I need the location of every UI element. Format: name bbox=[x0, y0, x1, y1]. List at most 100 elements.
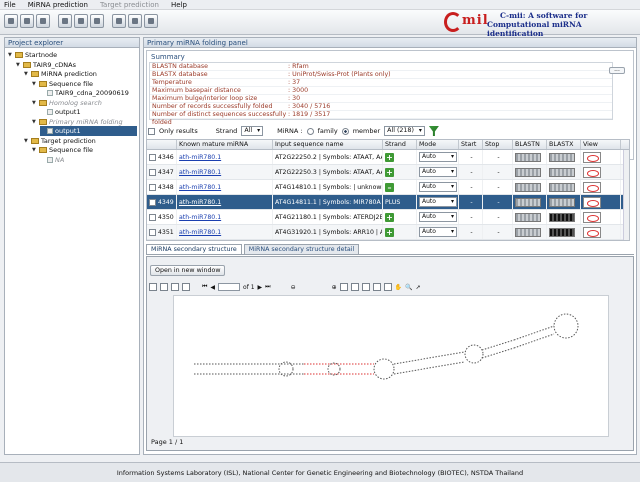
rotate-left-icon[interactable] bbox=[372, 283, 381, 291]
member-select[interactable]: All (218) bbox=[384, 126, 425, 136]
copy-icon[interactable] bbox=[36, 14, 50, 28]
tree-toggle-icon[interactable]: ▼ bbox=[32, 117, 37, 127]
tree-node[interactable]: output1 bbox=[40, 126, 137, 136]
zoom-out-icon[interactable]: ⊖ bbox=[291, 284, 296, 291]
blastn-thumbnail[interactable] bbox=[515, 227, 541, 237]
export-icon[interactable] bbox=[182, 283, 190, 291]
blastn-thumbnail[interactable] bbox=[515, 167, 541, 177]
blastn-thumbnail[interactable] bbox=[515, 182, 541, 192]
tree-node[interactable]: ▼ Sequence file bbox=[32, 79, 137, 89]
mirna-link[interactable]: ath-miR780.1 bbox=[179, 184, 221, 191]
table-row[interactable]: 4348 ath-miR780.1 AT4G14810.1 | Symbols: |… bbox=[147, 180, 629, 195]
mode-select[interactable]: Auto bbox=[419, 227, 457, 237]
tree-toggle-icon[interactable]: ▼ bbox=[24, 136, 29, 146]
fit-width-icon[interactable] bbox=[350, 283, 359, 291]
menu-item-1[interactable]: MiRNA prediction bbox=[28, 1, 88, 9]
grid-column-header[interactable]: Start bbox=[459, 140, 483, 149]
tree-node[interactable]: ▼ MiRNA prediction bbox=[24, 69, 137, 79]
table-row[interactable]: 4347 ath-miR780.1 AT2G22250.3 | Symbols: A… bbox=[147, 165, 629, 180]
tree-toggle-icon[interactable]: ▼ bbox=[32, 145, 37, 155]
grid-column-header[interactable]: Input sequence name bbox=[273, 140, 383, 149]
next-page-icon[interactable]: ▶ bbox=[258, 284, 263, 291]
summary-more-button[interactable]: ... bbox=[609, 67, 625, 74]
structure-thumbnail[interactable] bbox=[583, 226, 601, 238]
sequence-file-icon[interactable] bbox=[58, 14, 72, 28]
grid-column-header[interactable]: Strand bbox=[383, 140, 417, 149]
structure-thumbnail[interactable] bbox=[583, 181, 601, 193]
rotate-right-icon[interactable] bbox=[383, 283, 392, 291]
zoom-in-icon[interactable]: ⊕ bbox=[332, 284, 337, 291]
last-page-icon[interactable]: ⏭ bbox=[265, 283, 270, 291]
actual-size-icon[interactable] bbox=[361, 283, 370, 291]
only-results-checkbox[interactable] bbox=[148, 127, 155, 135]
family-radio[interactable] bbox=[306, 127, 314, 135]
tree-toggle-icon[interactable]: ▼ bbox=[32, 98, 37, 108]
mirna-link[interactable]: ath-miR780.1 bbox=[179, 214, 221, 221]
row-checkbox[interactable] bbox=[149, 228, 156, 236]
open-project-icon[interactable] bbox=[20, 14, 34, 28]
mirna-link[interactable]: ath-miR780.1 bbox=[179, 229, 221, 236]
fit-page-icon[interactable] bbox=[339, 283, 348, 291]
mode-select[interactable]: Auto bbox=[419, 212, 457, 222]
grid-column-header[interactable] bbox=[147, 140, 177, 149]
row-checkbox[interactable] bbox=[149, 153, 156, 161]
blastx-thumbnail[interactable] bbox=[549, 182, 575, 192]
row-checkbox[interactable] bbox=[149, 213, 156, 221]
structure-thumbnail[interactable] bbox=[583, 151, 601, 163]
blastn-thumbnail[interactable] bbox=[515, 212, 541, 222]
folding-icon[interactable] bbox=[90, 14, 104, 28]
tree-node[interactable]: NA bbox=[40, 155, 137, 165]
structure-thumbnail[interactable] bbox=[583, 166, 601, 178]
tree-node[interactable]: ▼ Target prediction bbox=[24, 136, 137, 146]
table-row[interactable]: 4350 ath-miR780.1 AT4G21180.1 | Symbols: A… bbox=[147, 210, 629, 225]
page-setup-icon[interactable] bbox=[171, 283, 179, 291]
tree-node[interactable]: ▼ Sequence file bbox=[32, 145, 137, 155]
table-row[interactable]: 4349 ath-miR780.1 AT4G14811.1 | Symbols: M… bbox=[147, 195, 629, 210]
row-checkbox[interactable] bbox=[149, 198, 156, 206]
open-new-window-button[interactable]: Open in new window bbox=[150, 265, 226, 276]
new-project-icon[interactable] bbox=[4, 14, 18, 28]
structure-canvas[interactable] bbox=[173, 295, 609, 437]
blastx-thumbnail[interactable] bbox=[549, 197, 575, 207]
tree-node[interactable]: ▼ Startnode bbox=[8, 50, 137, 60]
page-number-input[interactable] bbox=[218, 283, 241, 291]
grid-column-header[interactable]: BLASTX bbox=[547, 140, 581, 149]
blastx-thumbnail[interactable] bbox=[549, 167, 575, 177]
print-icon[interactable] bbox=[160, 283, 168, 291]
select-tool-icon[interactable]: ➚ bbox=[416, 284, 421, 291]
structure-thumbnail[interactable] bbox=[583, 211, 601, 223]
blastn-thumbnail[interactable] bbox=[515, 152, 541, 162]
grid-column-header[interactable]: Mode bbox=[417, 140, 459, 149]
prev-page-icon[interactable]: ◀ bbox=[210, 284, 215, 291]
grid-column-header[interactable]: View bbox=[581, 140, 621, 149]
blastx-thumbnail[interactable] bbox=[549, 212, 575, 222]
grid-scrollbar[interactable] bbox=[623, 150, 629, 240]
tree-node[interactable]: ▼ Primary miRNA folding bbox=[32, 117, 137, 127]
mode-select[interactable]: Auto bbox=[419, 197, 457, 207]
save-icon[interactable] bbox=[149, 283, 157, 291]
menu-item-0[interactable]: File bbox=[4, 1, 16, 9]
structure-thumbnail[interactable] bbox=[583, 196, 601, 208]
tree-toggle-icon[interactable]: ▼ bbox=[24, 69, 29, 79]
target-result-icon[interactable] bbox=[144, 14, 158, 28]
blastx-thumbnail[interactable] bbox=[549, 227, 575, 237]
mode-select[interactable]: Auto bbox=[419, 182, 457, 192]
pan-tool-icon[interactable]: ✋ bbox=[395, 284, 402, 291]
first-page-icon[interactable]: ⏮ bbox=[202, 283, 207, 291]
blastn-thumbnail[interactable] bbox=[515, 197, 541, 207]
filter-funnel-icon[interactable] bbox=[428, 126, 439, 136]
tree-toggle-icon[interactable]: ▼ bbox=[16, 60, 21, 70]
row-checkbox[interactable] bbox=[149, 168, 156, 176]
tab-1[interactable]: MiRNA secondary structure detail bbox=[243, 244, 360, 254]
member-radio[interactable] bbox=[341, 127, 349, 135]
tree-node[interactable]: ▼ TAIR9_cDNAs bbox=[16, 60, 137, 70]
grid-column-header[interactable]: BLASTN bbox=[513, 140, 547, 149]
tree-toggle-icon[interactable]: ▼ bbox=[32, 79, 37, 89]
strand-select[interactable]: All bbox=[241, 126, 264, 136]
mirna-link[interactable]: ath-miR780.1 bbox=[179, 154, 221, 161]
homolog-search-icon[interactable] bbox=[74, 14, 88, 28]
mode-select[interactable]: Auto bbox=[419, 152, 457, 162]
mirna-link[interactable]: ath-miR780.1 bbox=[179, 169, 221, 176]
target-file-icon[interactable] bbox=[128, 14, 142, 28]
menu-item-3[interactable]: Help bbox=[171, 1, 187, 9]
